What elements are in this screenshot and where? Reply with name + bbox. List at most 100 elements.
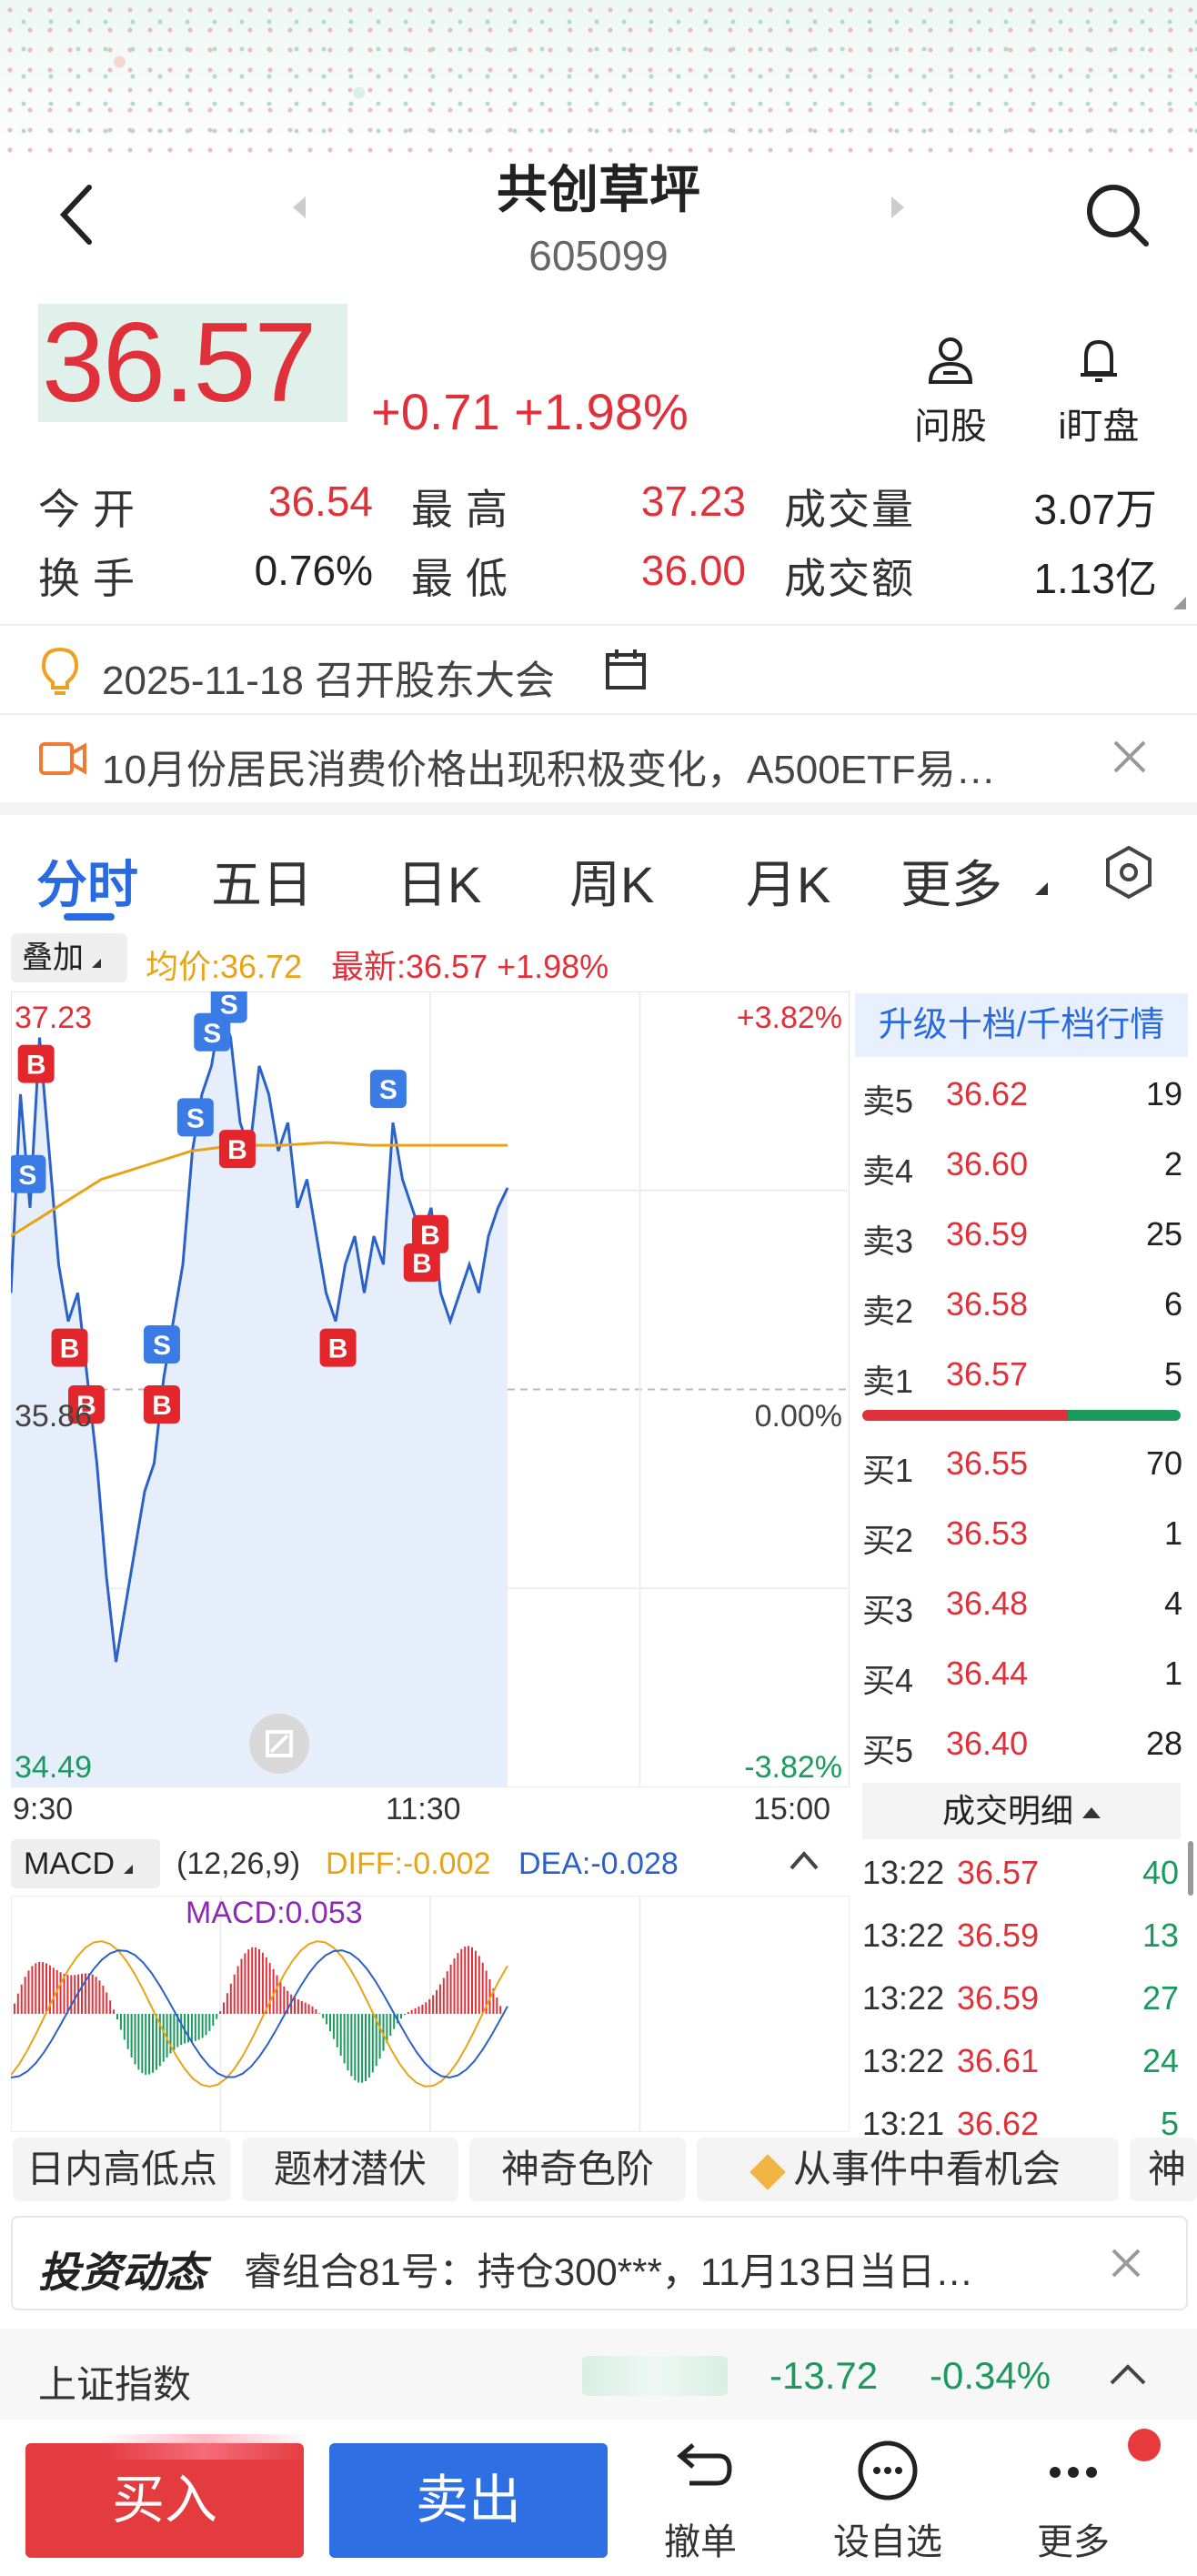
bid-row[interactable]: 买2 36.53 1 xyxy=(862,1498,1182,1567)
upgrade-quote-banner[interactable]: 升级十档/千档行情 xyxy=(855,993,1188,1057)
person-icon xyxy=(928,337,973,384)
more-button[interactable]: 更多 xyxy=(1010,2438,1137,2565)
watch-button[interactable]: i盯盘 xyxy=(1044,333,1153,449)
sell-button[interactable]: 卖出 xyxy=(329,2443,608,2558)
svg-text:B: B xyxy=(420,1221,440,1251)
search-button[interactable] xyxy=(1081,178,1153,251)
svg-text:S: S xyxy=(186,1103,205,1133)
tab-active-indicator xyxy=(64,913,115,921)
buy-button[interactable]: 买入 xyxy=(25,2443,304,2558)
expand-corner-icon[interactable] xyxy=(1173,597,1186,609)
ask-stock-button[interactable]: 问股 xyxy=(900,333,1001,449)
buy-marker[interactable]: B xyxy=(143,1385,180,1424)
buy-marker[interactable]: B xyxy=(319,1328,357,1367)
status-bar xyxy=(0,0,1197,155)
next-stock-button[interactable] xyxy=(888,193,910,222)
tab-weekly-k[interactable]: 周K xyxy=(569,844,654,918)
trade-row[interactable]: 13:22 36.59 13 xyxy=(862,1904,1182,1966)
trades-scrollbar[interactable] xyxy=(1188,1841,1193,1896)
news-text: 10月份居民消费价格出现积极变化，A500ETF易… xyxy=(102,748,996,792)
stat-label-open: 今开 xyxy=(38,486,147,533)
tab-more[interactable]: 更多 xyxy=(900,844,1002,918)
svg-text:B: B xyxy=(60,1334,80,1364)
close-icon[interactable] xyxy=(1110,737,1150,777)
sell-marker[interactable]: S xyxy=(11,1154,46,1193)
y-axis-low: 34.49 xyxy=(15,1750,93,1785)
trade-row[interactable]: 13:21 36.62 5 xyxy=(862,2092,1182,2154)
back-button[interactable] xyxy=(51,178,106,251)
bid-row[interactable]: 买1 36.55 70 xyxy=(862,1428,1182,1497)
expand-up-icon[interactable] xyxy=(1108,2360,1148,2389)
chip-theme-ambush[interactable]: 题材潜伏 xyxy=(242,2138,458,2201)
ask-row[interactable]: 卖5 36.62 19 xyxy=(862,1059,1182,1128)
chart-settings-icon[interactable] xyxy=(1101,844,1157,901)
trade-time: 13:22 xyxy=(862,1854,945,1891)
news-ticker[interactable]: 投资动态 睿组合81号：持仓300***，11月13日当日… xyxy=(11,2216,1188,2310)
sell-marker[interactable]: S xyxy=(143,1325,180,1364)
add-watchlist-button[interactable]: 设自选 xyxy=(824,2438,951,2565)
trade-time: 13:22 xyxy=(862,1917,945,1954)
chip-magic-color[interactable]: 神奇色阶 xyxy=(469,2138,686,2201)
tab-five-day[interactable]: 五日 xyxy=(211,844,313,918)
trade-row[interactable]: 13:22 36.59 27 xyxy=(862,1967,1182,2028)
notice-event[interactable]: 2025-11-18 召开股东大会 xyxy=(0,626,1197,713)
intraday-chart[interactable]: SSSSSSBBB BBBBB xyxy=(11,991,850,1787)
bid-ask-ratio-bar xyxy=(862,1410,1181,1421)
prev-stock-button[interactable] xyxy=(287,193,309,222)
trades-header[interactable]: 成交明细 xyxy=(862,1783,1181,1839)
overlay-button[interactable]: 叠加 xyxy=(11,933,127,982)
trade-row[interactable]: 13:22 36.57 40 xyxy=(862,1841,1182,1903)
current-price: 36.57 xyxy=(38,304,347,422)
tab-monthly-k[interactable]: 月K xyxy=(746,844,830,918)
collapse-macd-icon[interactable] xyxy=(788,1846,820,1874)
macd-chart xyxy=(11,1896,850,2132)
buy-marker[interactable]: B xyxy=(17,1044,55,1083)
ask-row[interactable]: 卖3 36.59 25 xyxy=(862,1199,1182,1268)
buy-marker[interactable]: B xyxy=(218,1130,256,1169)
bell-icon xyxy=(1081,339,1117,382)
ask-row[interactable]: 卖1 36.57 5 xyxy=(862,1339,1182,1408)
ask-row[interactable]: 卖4 36.60 2 xyxy=(862,1129,1182,1198)
ask-row[interactable]: 卖2 36.58 6 xyxy=(862,1269,1182,1338)
undo-icon xyxy=(677,2443,732,2486)
sell-marker[interactable]: S xyxy=(369,1070,407,1109)
stat-value-turnover: 0.76% xyxy=(254,547,373,594)
caret-icon xyxy=(123,1865,133,1874)
close-icon[interactable] xyxy=(1108,2245,1144,2281)
sell-marker[interactable]: S xyxy=(210,991,247,1023)
chip-intraday-high-low[interactable]: 日内高低点 xyxy=(13,2138,231,2201)
search-icon xyxy=(1087,185,1149,247)
bid-row[interactable]: 买4 36.44 1 xyxy=(862,1638,1182,1707)
macd-selector[interactable]: MACD xyxy=(11,1839,160,1888)
trades-header-label: 成交明细 xyxy=(941,1792,1073,1829)
draw-tool-button[interactable] xyxy=(249,1714,309,1774)
macd-label: MACD xyxy=(24,1846,116,1881)
stat-label-high: 最高 xyxy=(411,486,520,533)
buy-button-blur xyxy=(100,2434,309,2460)
index-bar[interactable]: 上证指数 -13.72 -0.34% xyxy=(0,2329,1197,2420)
bid-row[interactable]: 买3 36.48 4 xyxy=(862,1568,1182,1637)
buy-marker[interactable]: B xyxy=(412,1214,448,1253)
buy-marker[interactable]: B xyxy=(51,1328,88,1367)
ask-volume: 19 xyxy=(1145,1075,1182,1112)
trade-row[interactable]: 13:22 36.61 24 xyxy=(862,2029,1182,2091)
y-axis-high: 37.23 xyxy=(15,1001,93,1035)
notice-news[interactable]: 10月份居民消费价格出现积极变化，A500ETF易… xyxy=(0,715,1197,802)
index-change: -13.72 xyxy=(770,2354,879,2397)
pct-axis-mid: 0.00% xyxy=(754,1399,842,1434)
watch-label: 设自选 xyxy=(833,2522,942,2562)
tab-intraday[interactable]: 分时 xyxy=(36,844,138,918)
stat-value-open: 36.54 xyxy=(267,478,373,525)
macd-value: MACD:0.053 xyxy=(186,1896,363,1930)
bid-row[interactable]: 买5 36.40 28 xyxy=(862,1708,1182,1777)
trade-time: 13:22 xyxy=(862,2042,945,2079)
index-name: 上证指数 xyxy=(38,2363,192,2406)
stat-label-amount: 成交额 xyxy=(784,555,915,602)
svg-text:S: S xyxy=(203,1019,221,1049)
sell-marker[interactable]: S xyxy=(176,1098,214,1137)
cancel-label: 撤单 xyxy=(664,2522,737,2562)
pct-axis-high: +3.82% xyxy=(736,1001,842,1035)
cancel-order-button[interactable]: 撤单 xyxy=(637,2438,764,2565)
trade-volume: 24 xyxy=(1142,2042,1179,2079)
tab-daily-k[interactable]: 日K xyxy=(397,844,481,918)
